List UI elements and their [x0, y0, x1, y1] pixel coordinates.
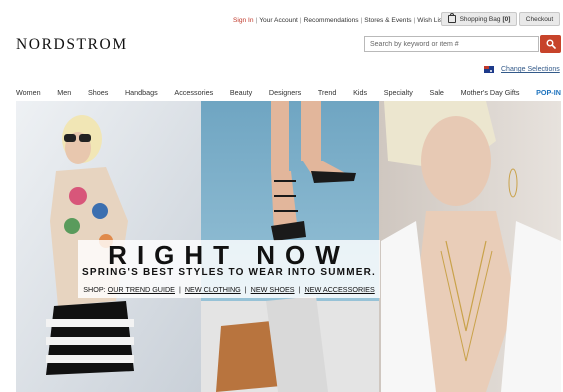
main-navigation: Women Men Shoes Handbags Accessories Bea… — [16, 88, 561, 98]
hero-headline: RIGHT NOW — [108, 240, 350, 270]
separator: | — [298, 285, 301, 294]
nav-item-women[interactable]: Women — [16, 88, 41, 98]
hero-shop-links: SHOP: OUR TREND GUIDE | NEW CLOTHING | N… — [78, 285, 380, 295]
your-account-link[interactable]: Your Account — [259, 17, 298, 24]
shopping-bag-label: Shopping Bag — [459, 15, 501, 23]
nav-item-mothers-day-gifts[interactable]: Mother's Day Gifts — [461, 88, 520, 98]
nav-item-shoes[interactable]: Shoes — [88, 88, 108, 98]
search-button[interactable] — [540, 35, 561, 53]
hero-banner[interactable]: RIGHT NOW SPRING'S BEST STYLES TO WEAR I… — [16, 101, 561, 392]
shop-label: SHOP: — [83, 285, 106, 294]
nav-item-accessories[interactable]: Accessories — [174, 88, 213, 98]
trend-guide-link[interactable]: OUR TREND GUIDE — [108, 285, 175, 294]
nav-item-handbags[interactable]: Handbags — [125, 88, 158, 98]
country-selector: Change Selections — [484, 66, 560, 73]
australia-flag-icon — [484, 66, 494, 73]
separator: | — [244, 285, 247, 294]
shopping-bag-icon — [447, 13, 456, 23]
search-icon — [546, 39, 556, 49]
new-accessories-link[interactable]: NEW ACCESSORIES — [304, 285, 374, 294]
nordstrom-logo[interactable]: NORDSTROM — [16, 36, 128, 54]
separator: | — [178, 285, 181, 294]
recommendations-link[interactable]: Recommendations — [304, 17, 359, 24]
new-shoes-link[interactable]: NEW SHOES — [251, 285, 295, 294]
new-clothing-link[interactable]: NEW CLOTHING — [185, 285, 241, 294]
nav-item-kids[interactable]: Kids — [353, 88, 367, 98]
stores-events-link[interactable]: Stores & Events — [364, 17, 411, 24]
nav-item-beauty[interactable]: Beauty — [230, 88, 252, 98]
checkout-button[interactable]: Checkout — [519, 12, 560, 26]
hero-subheadline: SPRING'S BEST STYLES TO WEAR INTO SUMMER… — [81, 267, 376, 278]
nav-item-pop-in[interactable]: POP-IN — [536, 88, 561, 98]
sign-in-link[interactable]: Sign In — [233, 17, 254, 24]
nav-item-specialty[interactable]: Specialty — [384, 88, 413, 98]
utility-bar: Sign In | Your Account | Recommendations… — [233, 14, 444, 26]
nav-item-trend[interactable]: Trend — [318, 88, 337, 98]
shopping-bag-count: [0] — [502, 15, 511, 23]
change-selections-link[interactable]: Change Selections — [501, 66, 560, 73]
nav-item-designers[interactable]: Designers — [269, 88, 301, 98]
shopping-bag-button[interactable]: Shopping Bag [0] — [441, 12, 517, 26]
search-input[interactable] — [364, 36, 539, 52]
nav-item-men[interactable]: Men — [57, 88, 71, 98]
nav-item-sale[interactable]: Sale — [430, 88, 444, 98]
